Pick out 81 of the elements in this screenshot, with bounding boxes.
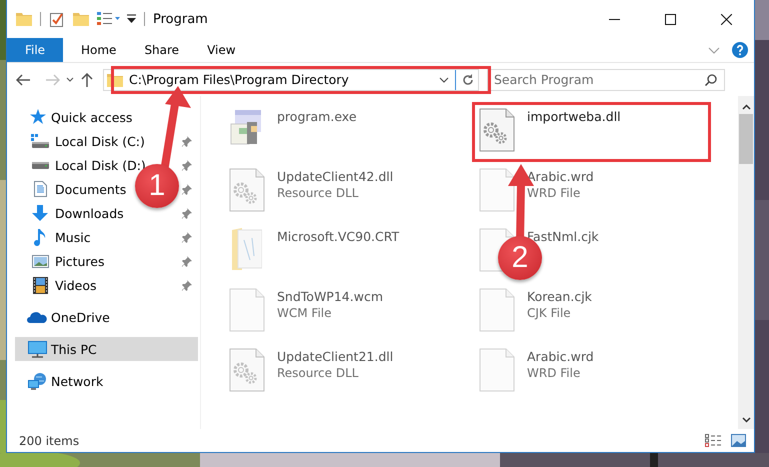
pin-icon[interactable] <box>182 232 192 242</box>
search-field[interactable]: Search Program <box>487 68 725 90</box>
file-name[interactable]: Korean.cjk <box>527 288 592 305</box>
settings-file-icon <box>479 108 515 152</box>
nav-item[interactable]: Documents <box>55 182 126 196</box>
nav-item[interactable]: OneDrive <box>51 310 110 324</box>
file-name[interactable]: UpdateClient42.dll <box>277 168 394 185</box>
document-icon <box>34 181 46 197</box>
file-icon <box>479 348 515 392</box>
pin-icon[interactable] <box>182 160 192 170</box>
file-type: CJK File <box>527 305 572 322</box>
nav-item[interactable]: This PC <box>51 342 97 356</box>
customize-arrow-icon[interactable] <box>127 14 136 24</box>
search-icon[interactable] <box>705 74 717 86</box>
file-name[interactable]: program.exe <box>277 108 357 125</box>
music-note-icon <box>34 228 46 246</box>
file-icon <box>479 168 515 212</box>
file-name[interactable]: importweba.dll <box>527 108 621 125</box>
close-icon[interactable] <box>720 14 732 24</box>
back-arrow-icon[interactable] <box>16 74 30 86</box>
help-icon[interactable] <box>732 42 748 58</box>
properties-icon[interactable] <box>49 11 65 27</box>
file-tab[interactable]: File <box>7 38 63 62</box>
pin-icon[interactable] <box>182 208 192 218</box>
network-icon <box>28 372 46 390</box>
up-arrow-icon[interactable] <box>81 72 93 86</box>
nav-item[interactable]: Music <box>55 230 91 244</box>
drive-icon <box>31 134 49 148</box>
nav-item[interactable]: Pictures <box>55 254 104 268</box>
refresh-icon[interactable] <box>462 74 474 86</box>
ribbon-tab[interactable]: Share <box>130 38 194 62</box>
settings-file-icon <box>229 348 265 392</box>
file-name[interactable]: Arabic.wrd <box>527 348 594 365</box>
pin-icon[interactable] <box>182 136 192 146</box>
address-path: C:\Program Files\Program Directory <box>129 72 350 87</box>
file-name[interactable]: Microsoft.VC90.CRT <box>277 228 400 245</box>
file-icon <box>479 288 515 332</box>
large-icons-view-icon[interactable] <box>731 434 746 447</box>
folder-icon <box>73 12 89 26</box>
file-type: Resource DLL <box>277 365 360 382</box>
file-type: WRD File <box>527 185 582 202</box>
nav-item[interactable]: Quick access <box>51 110 132 124</box>
window-title: Program <box>153 12 208 26</box>
star-icon <box>28 109 46 125</box>
item-count: 200 items <box>19 434 80 448</box>
picture-icon <box>32 254 48 268</box>
scroll-down-icon[interactable] <box>742 417 750 423</box>
nav-item[interactable]: Videos <box>55 278 97 292</box>
pin-icon[interactable] <box>182 184 192 194</box>
minimize-icon[interactable] <box>608 18 620 20</box>
recent-locations-icon[interactable] <box>66 77 74 82</box>
file-type: WRD File <box>527 365 582 382</box>
expand-ribbon-icon[interactable] <box>708 46 720 54</box>
scrollbar-thumb[interactable] <box>739 114 753 164</box>
file-name[interactable]: UpdateClient21.dll <box>277 348 394 365</box>
computer-icon <box>28 340 46 358</box>
file-type: WCM File <box>277 305 332 322</box>
details-view-icon[interactable] <box>705 434 721 447</box>
file-icon <box>229 288 265 332</box>
maximize-icon[interactable] <box>664 14 676 24</box>
folder-icon <box>232 228 262 270</box>
pin-icon[interactable] <box>182 256 192 266</box>
pin-icon[interactable] <box>182 280 192 290</box>
dropdown-icon[interactable] <box>439 76 449 82</box>
cloud-icon <box>27 311 47 323</box>
ribbon-tab[interactable]: Home <box>67 38 130 62</box>
download-arrow-icon <box>32 205 48 221</box>
ribbon-tab[interactable]: View <box>193 38 250 62</box>
file-type: Resource DLL <box>277 185 360 202</box>
address-bar[interactable]: C:\Program Files\Program Directory <box>103 68 479 90</box>
file-name[interactable]: Arabic.wrd <box>527 168 594 185</box>
nav-item[interactable]: Downloads <box>55 206 124 220</box>
folder-icon <box>16 12 32 26</box>
nav-item[interactable]: Network <box>51 374 104 388</box>
settings-file-icon <box>229 168 265 212</box>
scroll-up-icon[interactable] <box>742 104 750 110</box>
file-name[interactable]: SndToWP14.wcm <box>277 288 383 305</box>
nav-item[interactable]: Local Disk (C:) <box>55 134 145 148</box>
view-options-icon[interactable] <box>97 12 121 26</box>
drive-icon <box>31 162 49 168</box>
film-icon <box>32 276 48 294</box>
